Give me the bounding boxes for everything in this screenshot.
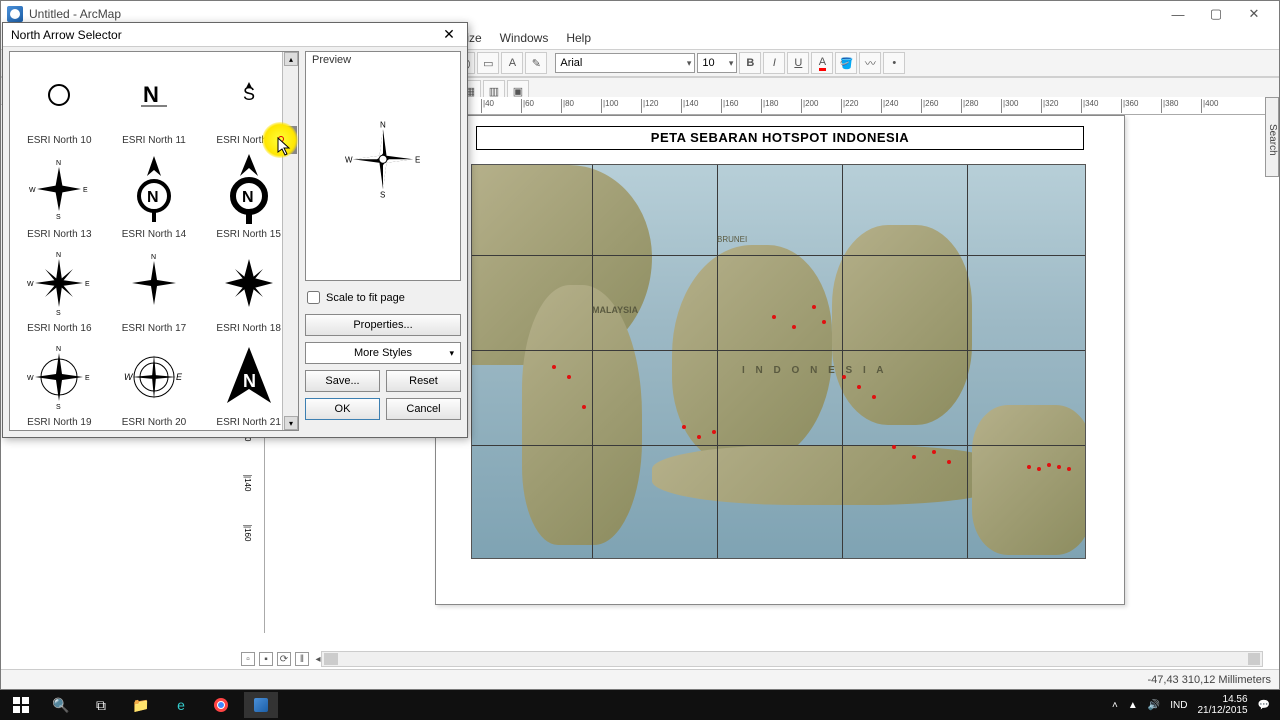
search-tab[interactable]: Search bbox=[1265, 97, 1279, 177]
svg-text:N: N bbox=[56, 252, 61, 259]
scroll-up-icon[interactable]: ▴ bbox=[284, 52, 298, 66]
layout-view-button[interactable]: ▪ bbox=[259, 652, 273, 666]
preview-label: Preview bbox=[312, 54, 351, 66]
gallery-item[interactable]: NSEWESRI North 13 bbox=[12, 148, 107, 242]
gallery-scrollbar[interactable]: ▴ ▾ bbox=[282, 52, 298, 430]
menu-windows[interactable]: Windows bbox=[492, 29, 557, 47]
statusbar: -47,43 310,12 Millimeters bbox=[1, 669, 1279, 689]
edge-icon[interactable]: e bbox=[164, 692, 198, 718]
svg-text:N: N bbox=[56, 160, 61, 167]
gallery-item[interactable]: WEESRI North 20 bbox=[107, 336, 202, 430]
svg-text:W: W bbox=[27, 375, 34, 382]
map-frame[interactable]: I N D O N E S I A MALAYSIA BRUNEI bbox=[471, 164, 1086, 559]
preview-symbol: N S E W bbox=[343, 119, 423, 204]
chrome-icon[interactable] bbox=[204, 692, 238, 718]
italic-button[interactable]: I bbox=[763, 52, 785, 74]
line-color-icon[interactable]: 〰 bbox=[859, 52, 881, 74]
start-button[interactable] bbox=[4, 692, 38, 718]
properties-button[interactable]: Properties... bbox=[305, 314, 461, 336]
arcmap-taskbar-icon[interactable] bbox=[244, 692, 278, 718]
symbol-gallery[interactable]: ESRI North 10 NESRI North 11 SESRI North… bbox=[9, 51, 299, 431]
gallery-item[interactable]: NSEWESRI North 19 bbox=[12, 336, 107, 430]
marker-color-icon[interactable]: • bbox=[883, 52, 905, 74]
reset-button[interactable]: Reset bbox=[386, 370, 461, 392]
minimize-button[interactable]: — bbox=[1159, 3, 1197, 25]
svg-text:S: S bbox=[380, 190, 385, 199]
font-color-icon[interactable]: A bbox=[811, 52, 833, 74]
svg-text:E: E bbox=[85, 281, 90, 288]
tray-clock[interactable]: 14.56 21/12/2015 bbox=[1197, 694, 1247, 716]
north-arrow-selector-dialog: North Arrow Selector ✕ ESRI North 10 NES… bbox=[2, 22, 468, 438]
refresh-view-button[interactable]: ⟳ bbox=[277, 652, 291, 666]
h-scrollbar[interactable] bbox=[321, 651, 1263, 667]
task-view-icon[interactable]: ⧉ bbox=[84, 692, 118, 718]
underline-button[interactable]: U bbox=[787, 52, 809, 74]
gallery-item[interactable]: NESRI North 17 bbox=[107, 242, 202, 336]
svg-text:N: N bbox=[380, 120, 386, 129]
svg-text:S: S bbox=[56, 214, 61, 221]
svg-text:N: N bbox=[56, 346, 61, 353]
gallery-item[interactable]: NSEWESRI North 16 bbox=[12, 242, 107, 336]
scroll-down-icon[interactable]: ▾ bbox=[284, 416, 298, 430]
close-button[interactable]: ✕ bbox=[1235, 3, 1273, 25]
save-button[interactable]: Save... bbox=[305, 370, 380, 392]
bold-button[interactable]: B bbox=[739, 52, 761, 74]
file-explorer-icon[interactable]: 📁 bbox=[124, 692, 158, 718]
view-buttons: ▫ ▪ ⟳ ‖ ◂ bbox=[241, 651, 323, 667]
tray-up-icon[interactable]: ˄ bbox=[1112, 700, 1118, 711]
svg-text:E: E bbox=[176, 372, 183, 382]
svg-text:S: S bbox=[56, 404, 61, 411]
layout-page: PETA SEBARAN HOTSPOT INDONESIA bbox=[435, 115, 1125, 605]
more-styles-combo[interactable]: More Styles bbox=[305, 342, 461, 364]
search-taskbar-icon[interactable]: 🔍 bbox=[44, 692, 78, 718]
map-title: PETA SEBARAN HOTSPOT INDONESIA bbox=[476, 126, 1084, 150]
svg-text:W: W bbox=[27, 281, 34, 288]
edit-vertices-icon[interactable]: ✎ bbox=[525, 52, 547, 74]
system-tray[interactable]: ˄ ▲ 🔊 IND 14.56 21/12/2015 💬 bbox=[1112, 694, 1276, 716]
gallery-item[interactable]: NESRI North 11 bbox=[107, 54, 202, 148]
app-icon bbox=[7, 6, 23, 22]
taskbar: 🔍 ⧉ 📁 e ˄ ▲ 🔊 IND 14.56 21/12/2015 💬 bbox=[0, 690, 1280, 720]
gallery-item[interactable]: NESRI North 14 bbox=[107, 148, 202, 242]
font-size-combo[interactable]: 10 bbox=[697, 53, 737, 73]
menu-help[interactable]: Help bbox=[558, 29, 599, 47]
scale-to-fit-checkbox[interactable]: Scale to fit page bbox=[305, 287, 461, 308]
tray-network-icon[interactable]: ▲ bbox=[1128, 700, 1138, 711]
font-combo[interactable]: Arial bbox=[555, 53, 695, 73]
svg-text:S: S bbox=[56, 310, 61, 317]
svg-text:N: N bbox=[143, 82, 159, 107]
preview-pane: Preview N S E W bbox=[305, 51, 461, 281]
gallery-item[interactable]: ESRI North 10 bbox=[12, 54, 107, 148]
tray-volume-icon[interactable]: 🔊 bbox=[1148, 700, 1160, 711]
svg-text:E: E bbox=[83, 187, 88, 194]
svg-text:N: N bbox=[147, 189, 159, 206]
data-view-button[interactable]: ▫ bbox=[241, 652, 255, 666]
svg-text:N: N bbox=[151, 254, 156, 261]
svg-text:W: W bbox=[29, 187, 36, 194]
scroll-thumb[interactable] bbox=[285, 126, 297, 154]
svg-text:E: E bbox=[85, 375, 90, 382]
svg-text:N: N bbox=[242, 189, 254, 206]
dialog-titlebar: North Arrow Selector ✕ bbox=[3, 23, 467, 47]
svg-text:W: W bbox=[345, 155, 353, 164]
cancel-button[interactable]: Cancel bbox=[386, 398, 461, 420]
maximize-button[interactable]: ▢ bbox=[1197, 3, 1235, 25]
text-tool-icon[interactable]: A bbox=[501, 52, 523, 74]
pause-view-button[interactable]: ‖ bbox=[295, 652, 309, 666]
rect-icon[interactable]: ▭ bbox=[477, 52, 499, 74]
window-title: Untitled - ArcMap bbox=[29, 7, 121, 21]
status-coords: -47,43 310,12 Millimeters bbox=[1147, 674, 1271, 686]
svg-text:N: N bbox=[243, 371, 256, 391]
svg-text:E: E bbox=[415, 155, 420, 164]
tray-notifications-icon[interactable]: 💬 bbox=[1258, 700, 1270, 711]
dialog-title: North Arrow Selector bbox=[11, 28, 122, 42]
tray-lang[interactable]: IND bbox=[1170, 700, 1187, 711]
fill-color-icon[interactable]: 🪣 bbox=[835, 52, 857, 74]
dialog-close-button[interactable]: ✕ bbox=[439, 26, 459, 44]
ok-button[interactable]: OK bbox=[305, 398, 380, 420]
